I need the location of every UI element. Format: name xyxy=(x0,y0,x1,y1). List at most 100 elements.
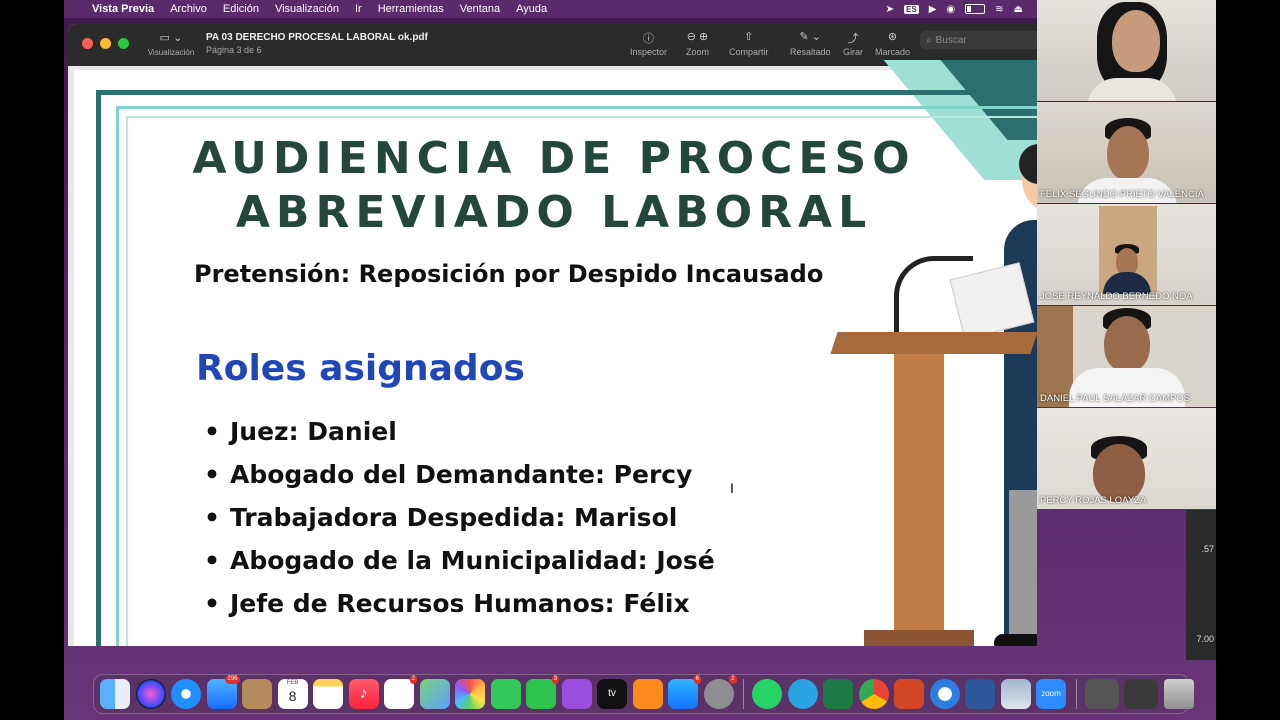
battery-icon[interactable] xyxy=(965,4,986,14)
rotate-button[interactable]: ⤴ Girar xyxy=(843,30,863,57)
dock: 296 FEB 8 ♪ 2 3 tv 6 2 zoom xyxy=(93,674,1194,714)
search-icon: ⌕ xyxy=(926,34,932,46)
highlight-button[interactable]: ✎ ⌄ Resaltado xyxy=(790,30,831,57)
input-source-indicator[interactable]: ES xyxy=(904,4,919,14)
background-window-edge: .57 7.00 xyxy=(1186,510,1216,660)
zoom-label: zoom xyxy=(1041,689,1061,698)
settings-icon[interactable]: 2 xyxy=(703,675,737,709)
calendar-month: FEB xyxy=(286,680,299,686)
reminders-badge: 2 xyxy=(409,675,417,684)
microphone-icon xyxy=(894,256,973,335)
zoom-button[interactable]: ⊖ ⊕ Zoom xyxy=(686,30,709,57)
menu-herramientas[interactable]: Herramientas xyxy=(378,3,444,15)
photos-icon[interactable] xyxy=(455,679,485,709)
participant-video[interactable]: DANIEL PAUL SALAZAR CAMPOS xyxy=(1037,306,1216,407)
wifi-icon[interactable]: ≋ xyxy=(995,4,1003,15)
control-center-icon[interactable]: ⏏ xyxy=(1014,4,1023,15)
menu-ayuda[interactable]: Ayuda xyxy=(516,3,547,15)
roles-list: Juez: Daniel Abogado del Demandante: Per… xyxy=(204,410,715,625)
roles-heading: Roles asignados xyxy=(196,348,525,389)
speaker-shoe xyxy=(994,634,1037,646)
messages-icon[interactable] xyxy=(490,679,521,709)
screenshots-icon[interactable] xyxy=(1124,679,1158,709)
podcasts-icon[interactable] xyxy=(561,679,592,709)
sidebar-label: Visualización xyxy=(147,48,195,57)
document-title: PA 03 DERECHO PROCESAL LABORAL ok.pdf xyxy=(206,32,428,43)
siri-icon[interactable] xyxy=(135,679,166,709)
menu-app-name[interactable]: Vista Previa xyxy=(92,3,154,15)
dock-separator xyxy=(1075,679,1077,709)
participant-face xyxy=(1112,10,1160,72)
mail-icon[interactable]: 296 xyxy=(206,675,240,709)
zoom-icon: ⊖ ⊕ xyxy=(686,31,709,43)
menu-visualizacion[interactable]: Visualización xyxy=(275,3,339,15)
participant-name: DANIEL PAUL SALAZAR CAMPOS xyxy=(1040,393,1191,404)
telegram-icon[interactable] xyxy=(787,679,818,709)
chrome-icon[interactable] xyxy=(858,679,889,709)
play-icon[interactable]: ▶ xyxy=(929,4,937,15)
participant-video[interactable]: PERCY ROJAS LOAYZA xyxy=(1037,408,1216,509)
fullscreen-button[interactable] xyxy=(118,38,129,49)
role-item: Jefe de Recursos Humanos: Félix xyxy=(204,582,715,625)
markup-button[interactable]: ⊛ Marcado xyxy=(875,30,910,57)
highlight-label: Resaltado xyxy=(790,47,831,57)
maps-icon[interactable] xyxy=(419,679,450,709)
trash-icon[interactable] xyxy=(1163,679,1194,709)
info-icon: ⓘ xyxy=(643,33,655,45)
menu-ventana[interactable]: Ventana xyxy=(460,3,500,15)
participant-video[interactable] xyxy=(1037,0,1216,101)
music-icon[interactable]: ♪ xyxy=(348,679,379,709)
reminders-icon[interactable]: 2 xyxy=(384,675,417,709)
text-cursor-icon: I xyxy=(730,480,734,496)
close-button[interactable] xyxy=(82,38,93,49)
menu-edicion[interactable]: Edición xyxy=(223,3,259,15)
side-value: 7.00 xyxy=(1196,634,1214,644)
notes-icon[interactable] xyxy=(313,679,343,709)
podium-base xyxy=(864,630,974,646)
left-letterbox xyxy=(0,0,64,720)
facetime-icon[interactable]: 3 xyxy=(526,675,559,709)
pen-icon: ✎ ⌄ xyxy=(799,31,822,43)
books-icon[interactable] xyxy=(632,679,663,709)
downloads-icon[interactable] xyxy=(1084,679,1119,709)
menu-ir[interactable]: Ir xyxy=(355,3,362,15)
inspector-button[interactable]: ⓘ Inspector xyxy=(630,30,667,57)
location-icon[interactable]: ➤ xyxy=(886,4,894,15)
role-item: Trabajadora Despedida: Marisol xyxy=(204,496,715,539)
role-item: Juez: Daniel xyxy=(204,410,715,453)
participant-video[interactable]: JOSE REYNALDO BERNEDO NOA xyxy=(1037,204,1216,305)
record-icon[interactable]: ◉ xyxy=(946,4,955,15)
participant-face xyxy=(1093,444,1145,502)
finder-icon[interactable] xyxy=(100,679,130,709)
participant-video[interactable]: FELIX SEGUNDO PRIETO VALENCIA xyxy=(1037,102,1216,203)
right-letterbox xyxy=(1216,0,1280,720)
search-field[interactable]: ⌕ Buscar xyxy=(920,31,1037,49)
word-icon[interactable] xyxy=(965,679,995,709)
sidebar-toggle-button[interactable]: ▭ ⌄ Visualización xyxy=(146,31,196,57)
excel-icon[interactable] xyxy=(823,679,853,709)
menu-archivo[interactable]: Archivo xyxy=(170,3,207,15)
powerpoint-icon[interactable] xyxy=(894,679,924,709)
speaker-legs xyxy=(1009,490,1037,646)
safari-icon[interactable] xyxy=(171,679,201,709)
share-icon: ⇧ xyxy=(744,31,754,43)
quicktime-icon[interactable] xyxy=(929,679,960,709)
participant-name: FELIX SEGUNDO PRIETO VALENCIA xyxy=(1040,189,1204,200)
appstore-icon[interactable]: 6 xyxy=(668,675,701,709)
markup-icon: ⊛ xyxy=(887,31,898,43)
whatsapp-icon[interactable] xyxy=(752,679,782,709)
minimize-button[interactable] xyxy=(100,38,111,49)
tv-icon[interactable]: tv xyxy=(597,679,627,709)
calendar-icon[interactable]: FEB 8 xyxy=(277,679,308,709)
document-viewport[interactable]: AUDIENCIA DE PROCESO ABREVIADO LABORAL P… xyxy=(68,60,1037,646)
markup-label: Marcado xyxy=(875,47,911,57)
zoom-icon[interactable]: zoom xyxy=(1036,679,1066,709)
sidebar-icon: ▭ ⌄ xyxy=(159,32,183,44)
contacts-icon[interactable] xyxy=(242,679,272,709)
menu-bar: Vista Previa Archivo Edición Visualizaci… xyxy=(64,0,1037,18)
mail-badge: 296 xyxy=(225,675,240,684)
podium-post xyxy=(894,354,944,634)
slide-subtitle: Pretensión: Reposición por Despido Incau… xyxy=(194,260,824,288)
preview-icon[interactable] xyxy=(1000,679,1031,709)
share-button[interactable]: ⇧ Compartir xyxy=(729,30,769,57)
